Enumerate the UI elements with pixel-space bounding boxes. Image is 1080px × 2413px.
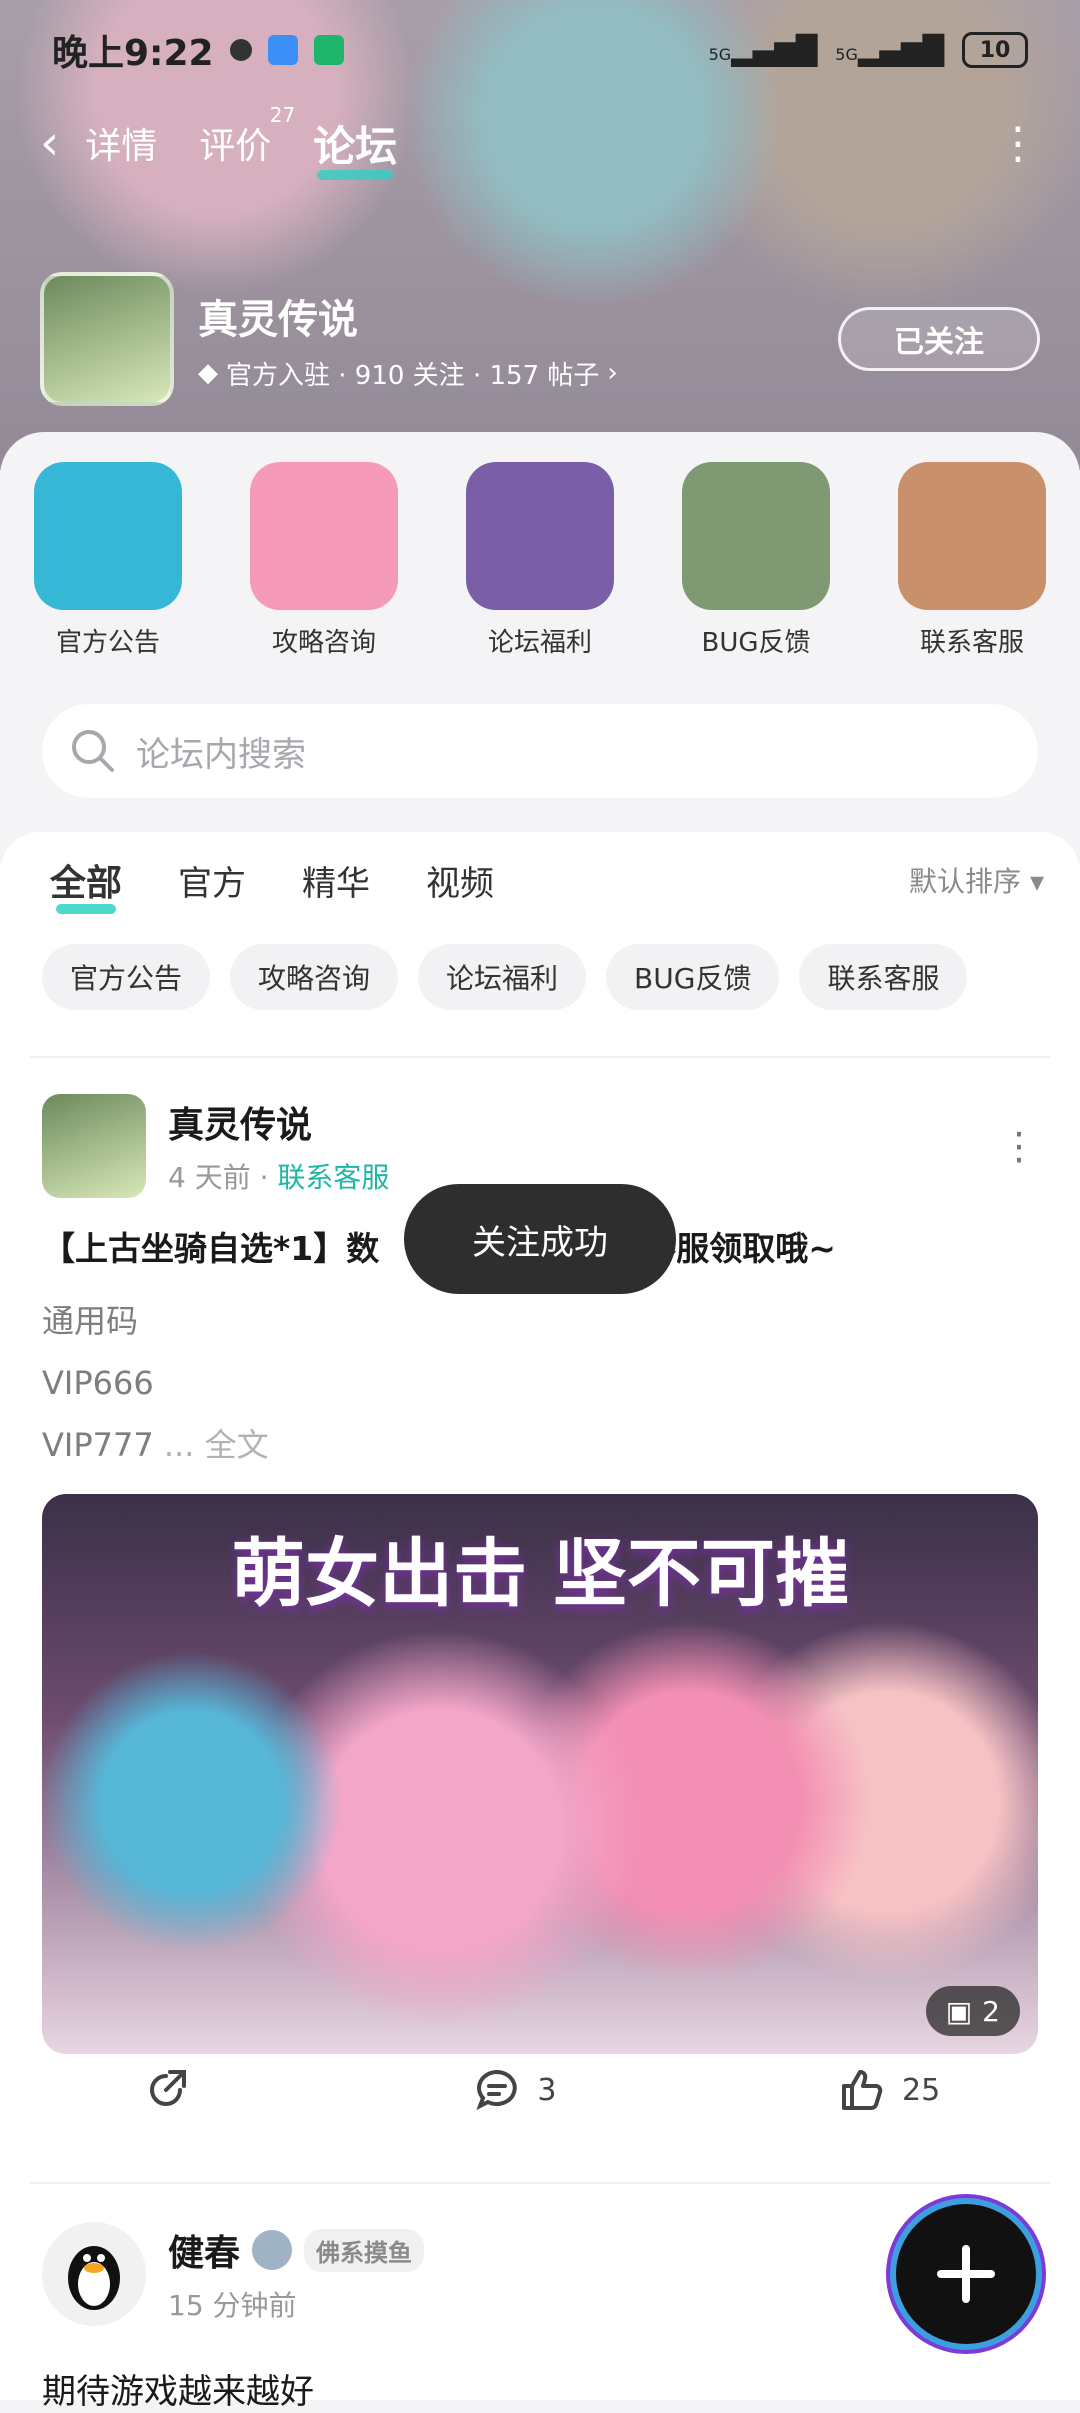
game-avatar[interactable]: [40, 272, 174, 406]
image-icon: ▣: [945, 1994, 973, 2028]
author-meta: 真灵传说 4 天前 · 联系客服: [168, 1096, 389, 1196]
post-actions: 3 25: [0, 2050, 1080, 2130]
category-image: [34, 462, 182, 610]
game-stats[interactable]: ◆ 官方入驻 · 910 关注 · 157 帖子 ›: [198, 355, 618, 392]
category-label: BUG反馈: [701, 628, 811, 658]
post-author-row: 健春 佛系摸鱼 15 分钟前: [42, 2222, 1038, 2326]
category-customer-service[interactable]: 联系客服: [892, 462, 1052, 659]
divider: [30, 2182, 1050, 2184]
category-label: 论坛福利: [487, 628, 592, 658]
post-author-row: 真灵传说 4 天前 · 联系客服 ⋮: [42, 1094, 1038, 1198]
feed-tab-official[interactable]: 官方: [178, 856, 246, 905]
caret-down-icon: ▾: [1029, 865, 1044, 898]
category-image: [466, 462, 614, 610]
category-image: [250, 462, 398, 610]
chip-official-notice[interactable]: 官方公告: [42, 944, 211, 1010]
signal-icon-2: 5G▂▄▆█: [835, 33, 944, 67]
search-icon: [72, 730, 114, 772]
comment-count: 3: [537, 2072, 557, 2108]
search-input[interactable]: 论坛内搜索: [42, 704, 1038, 798]
author-name[interactable]: 健春: [168, 2224, 240, 2276]
chevron-right-icon: ›: [607, 358, 618, 388]
feed-tabs: 全部 官方 精华 视频: [50, 854, 494, 914]
game-name: 真灵传说: [198, 296, 358, 343]
chip-customer-service[interactable]: 联系客服: [799, 944, 968, 1010]
post-tag[interactable]: 联系客服: [277, 1161, 389, 1194]
share-icon: [149, 2070, 186, 2106]
post-text[interactable]: 期待游戏越来越好: [42, 2364, 1038, 2413]
comment-icon: [476, 2069, 518, 2111]
chip-guides[interactable]: 攻略咨询: [230, 944, 399, 1010]
feed-tab-all[interactable]: 全部: [50, 854, 122, 914]
category-row: 官方公告 攻略咨询 论坛福利 BUG反馈 联系客服: [0, 462, 1080, 659]
level-badge-icon: [252, 2230, 293, 2270]
category-bug-report[interactable]: BUG反馈: [676, 462, 836, 659]
tab-details[interactable]: 详情: [85, 117, 157, 169]
category-label: 官方公告: [55, 628, 160, 658]
like-count: 25: [902, 2072, 941, 2108]
thumbs-up-icon: [842, 2070, 883, 2110]
category-label: 联系客服: [919, 628, 1024, 658]
follow-button[interactable]: 已关注: [838, 307, 1040, 371]
comment-button[interactable]: 3: [471, 2064, 556, 2116]
avatar[interactable]: [42, 2222, 146, 2326]
signal-icon: 5G▂▄▆█: [708, 33, 818, 67]
category-label: 攻略咨询: [271, 628, 376, 658]
review-count: 27: [269, 103, 296, 127]
new-post-button[interactable]: [896, 2204, 1036, 2344]
post-line: 通用码: [42, 1302, 139, 1340]
share-button[interactable]: [140, 2064, 192, 2116]
penguin-avatar-icon: [68, 2246, 120, 2310]
author-meta: 健春 佛系摸鱼 15 分钟前: [168, 2224, 425, 2324]
post-time: 4 天前 · 联系客服: [168, 1161, 390, 1194]
post-line: VIP666: [42, 1364, 154, 1402]
back-icon[interactable]: ‹: [40, 115, 59, 171]
sort-dropdown[interactable]: 默认排序 ▾: [909, 860, 1044, 900]
feed-tab-video[interactable]: 视频: [426, 856, 494, 905]
tab-reviews[interactable]: 评价 27: [199, 103, 295, 169]
category-welfare[interactable]: 论坛福利: [460, 462, 620, 659]
battery-level: 10: [979, 37, 1011, 63]
category-official-notice[interactable]: 官方公告: [28, 462, 188, 659]
chip-bug-report[interactable]: BUG反馈: [606, 944, 780, 1010]
status-time: 晚上9:22: [52, 33, 214, 74]
chip-welfare[interactable]: 论坛福利: [418, 944, 587, 1010]
author-name[interactable]: 真灵传说: [168, 1096, 389, 1148]
read-more-link[interactable]: ... 全文: [164, 1426, 269, 1464]
user-title-badge: 佛系摸鱼: [304, 2228, 425, 2272]
author-row: 健春 佛系摸鱼: [168, 2224, 425, 2276]
category-image: [898, 462, 1046, 610]
category-guides[interactable]: 攻略咨询: [244, 462, 404, 659]
feed: 全部 官方 精华 视频 默认排序 ▾ 官方公告 攻略咨询 论坛福利 BUG反馈 …: [0, 832, 1080, 2412]
toast-message: 关注成功: [404, 1184, 676, 1294]
game-meta: 真灵传说 ◆ 官方入驻 · 910 关注 · 157 帖子 ›: [198, 287, 618, 392]
search-placeholder: 论坛内搜索: [136, 734, 306, 775]
image-banner-text: 萌女出击 坚不可摧: [231, 1531, 849, 1617]
tab-forum[interactable]: 论坛: [313, 113, 397, 180]
like-button[interactable]: 25: [836, 2064, 940, 2116]
category-image: [682, 462, 830, 610]
image-count-badge: ▣ 2: [925, 1986, 1020, 2036]
post-time: 15 分钟前: [168, 2289, 297, 2322]
status-bar: 晚上9:22 5G▂▄▆█ 5G▂▄▆█ 10: [52, 28, 1028, 74]
diamond-icon: ◆: [198, 358, 218, 388]
shield-icon: [267, 35, 298, 65]
app-notify-icon: [313, 35, 344, 65]
plus-icon: [937, 2245, 995, 2303]
mute-icon: [229, 39, 252, 61]
more-icon[interactable]: ⋮: [996, 118, 1040, 169]
feed-tab-featured[interactable]: 精华: [302, 856, 370, 905]
post-line: VIP777 ... 全文: [42, 1426, 269, 1464]
battery-icon: 10: [962, 32, 1028, 68]
game-header: 真灵传说 ◆ 官方入驻 · 910 关注 · 157 帖子 › 已关注: [40, 272, 1040, 406]
avatar[interactable]: [42, 1094, 146, 1198]
post-body[interactable]: 通用码 VIP666 VIP777 ... 全文: [42, 1290, 1038, 1476]
top-nav: ‹ 详情 评价 27 论坛 ⋮: [40, 103, 1040, 180]
post-more-icon[interactable]: ⋮: [1000, 1124, 1038, 1168]
post-image[interactable]: 萌女出击 坚不可摧 ▣ 2: [42, 1494, 1038, 2054]
post-card[interactable]: 健春 佛系摸鱼 15 分钟前 期待游戏越来越好: [42, 2222, 1038, 2413]
filter-chips: 官方公告 攻略咨询 论坛福利 BUG反馈 联系客服: [42, 944, 968, 1010]
divider: [30, 1056, 1050, 1058]
